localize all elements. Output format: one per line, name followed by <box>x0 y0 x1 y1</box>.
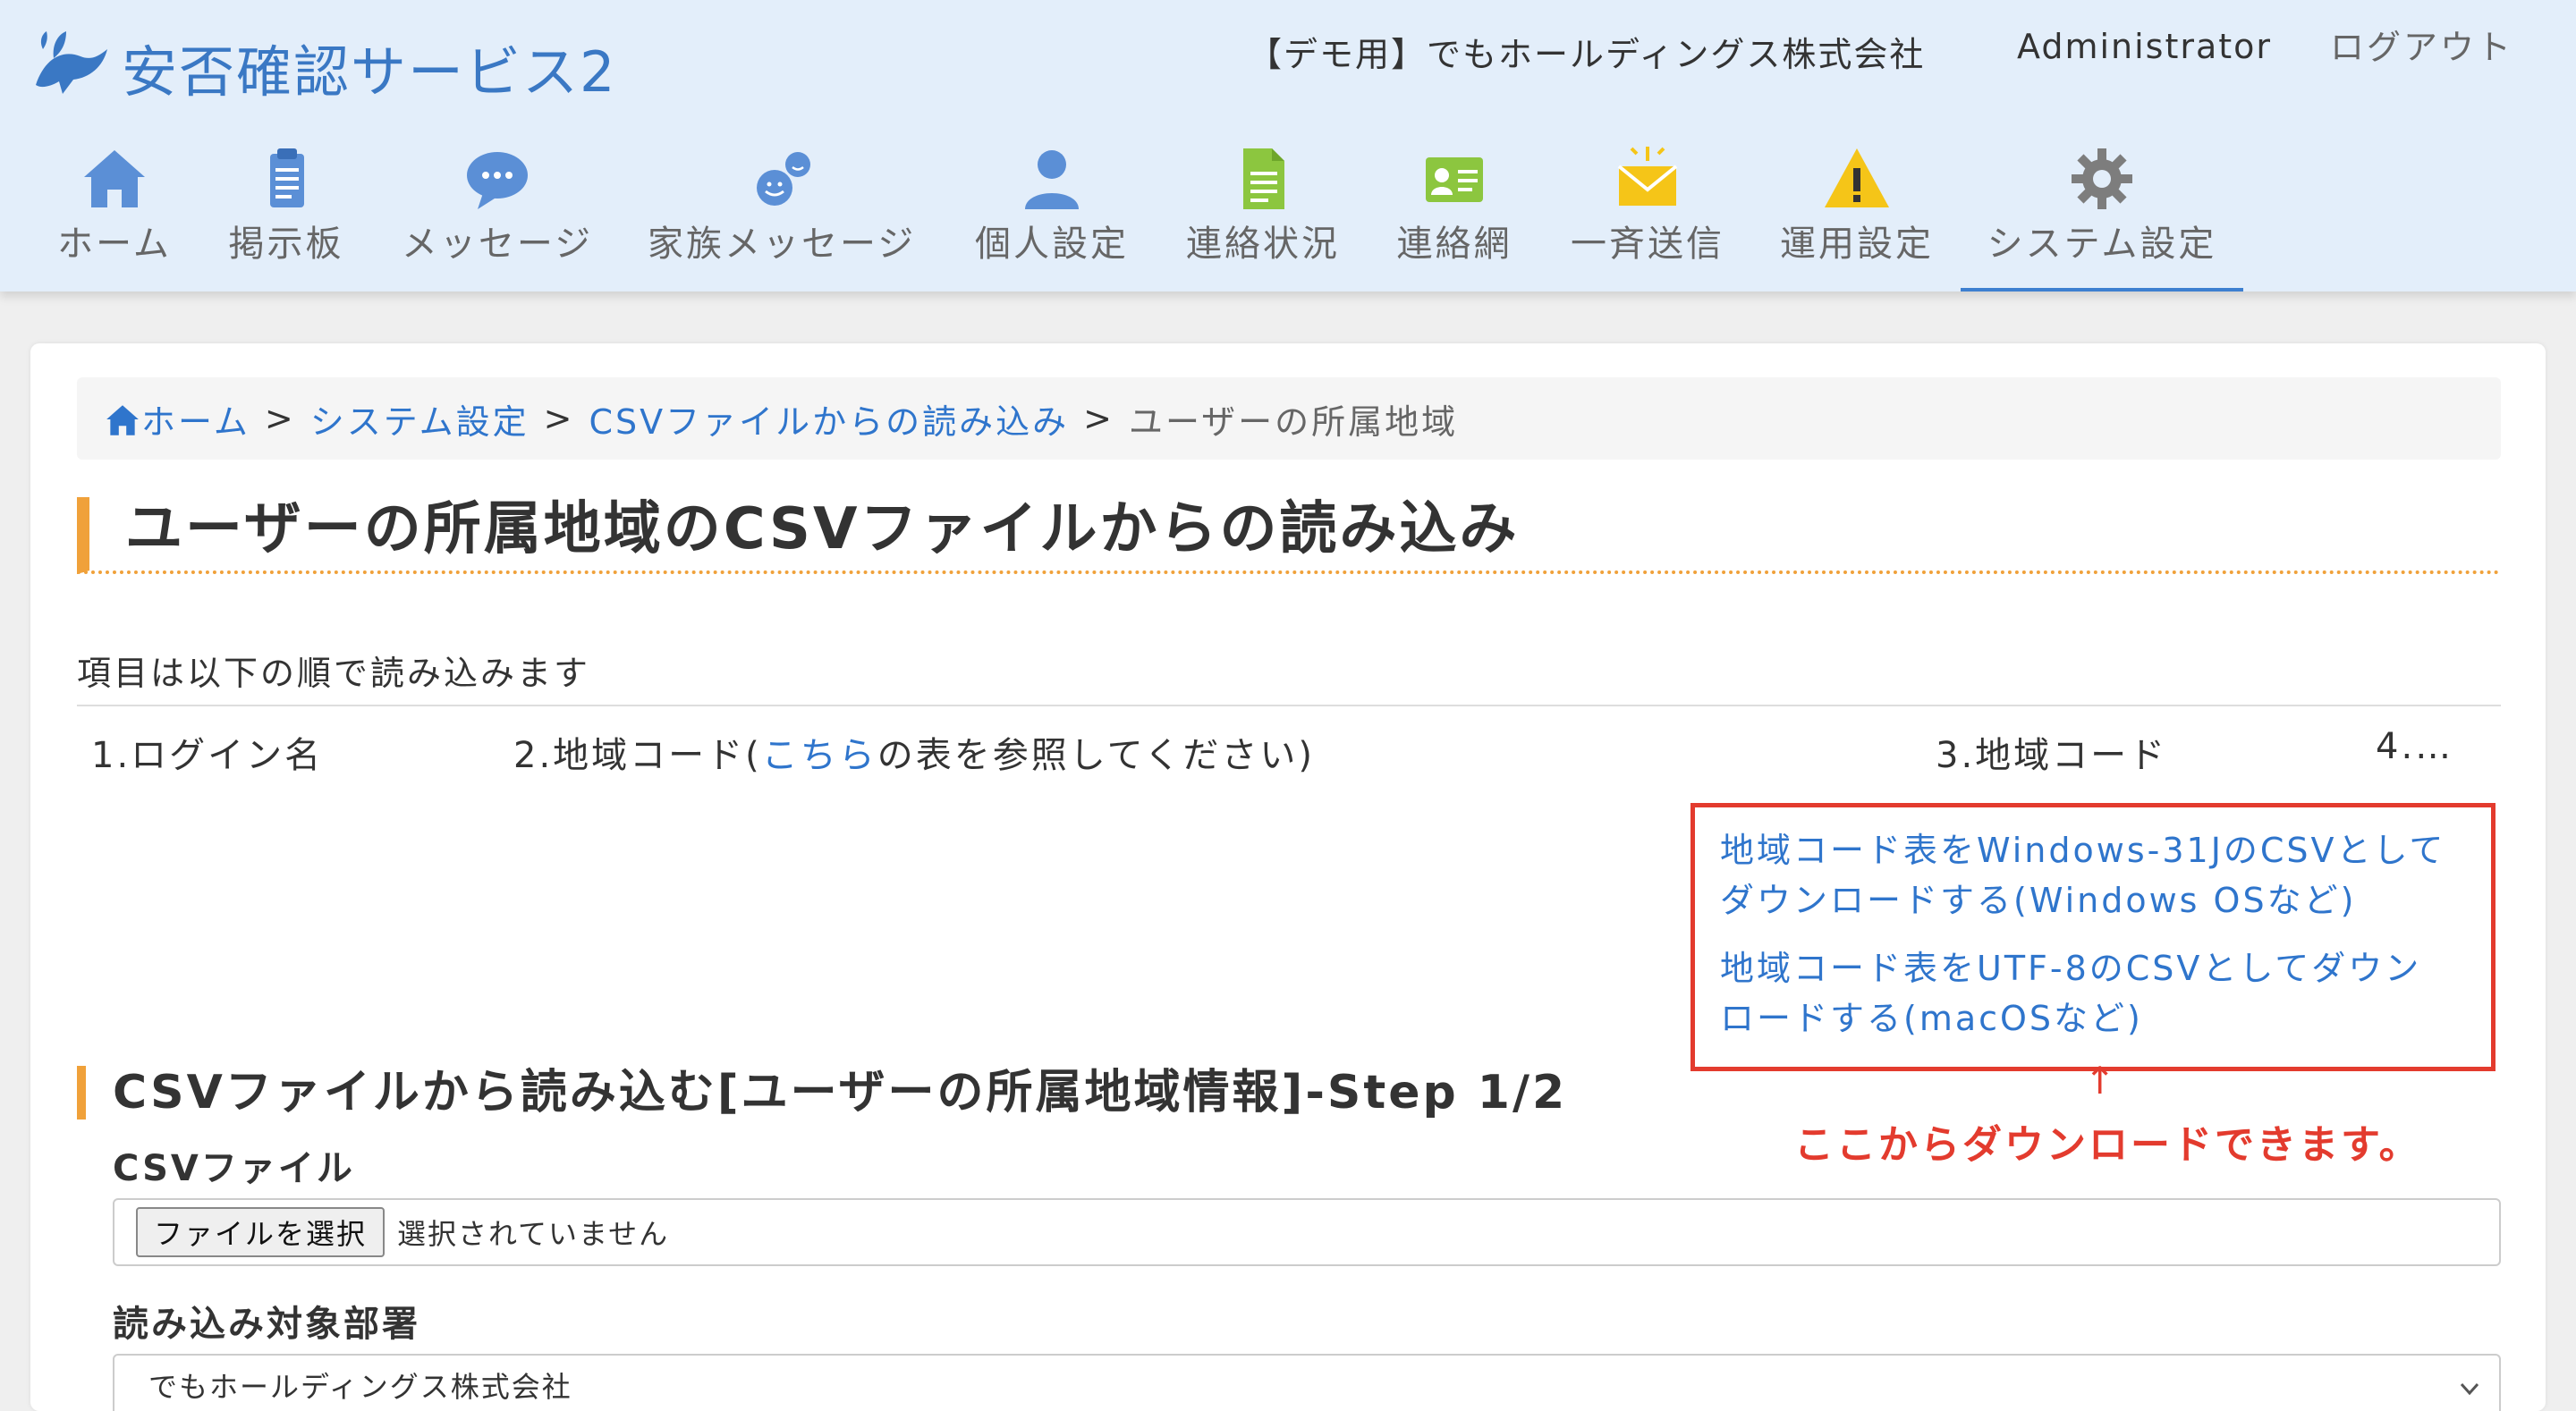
item-truncated: 4.… <box>2376 726 2454 767</box>
annotation-note: ここからダウンロードできます。 <box>1794 1122 2421 1168</box>
item-region-prefix: 2.地域コード( <box>513 735 762 776</box>
nav-label: メッセージ <box>401 224 594 265</box>
nav-label: 個人設定 <box>975 224 1129 265</box>
nav-item-family-message[interactable]: 家族メッセージ <box>648 143 916 291</box>
logout-link[interactable]: ログアウト <box>2330 20 2513 69</box>
document-icon <box>1243 148 1284 209</box>
download-utf8-line2: ロードする(macOSなど) <box>1720 999 2143 1038</box>
family-faces-icon <box>757 152 810 206</box>
breadcrumb-home[interactable]: ホーム <box>104 394 250 444</box>
item-region-code: 2.地域コード(こちらの表を参照してください) <box>513 726 1315 778</box>
breadcrumb-system-settings[interactable]: システム設定 <box>310 394 530 444</box>
csv-file-label: CSVファイル <box>113 1148 355 1189</box>
annotation-arrow: ↑ <box>2084 1059 2116 1103</box>
content-card: ホーム > システム設定 > CSVファイルからの読み込み > ユーザーの所属地… <box>30 343 2546 1411</box>
target-dept-label: 読み込み対象部署 <box>113 1304 420 1345</box>
nav-item-home[interactable]: ホーム <box>54 143 175 291</box>
breadcrumb-separator: > <box>543 399 575 438</box>
nav-item-broadcast[interactable]: 一斉送信 <box>1567 143 1728 291</box>
main-nav: ホーム 掲示板 メッセージ 家族メッセージ 個人設定 連絡状況 連絡網 一斉送信… <box>0 143 2576 291</box>
dove-logo-icon <box>36 31 107 94</box>
app-header: 安否確認サービス2 【デモ用】でもホールディングス株式会社 Administra… <box>0 0 2576 291</box>
breadcrumb-home-label: ホーム <box>141 401 250 442</box>
target-dept-select[interactable]: でもホールディングス株式会社 <box>113 1354 2501 1411</box>
nav-label: 連絡網 <box>1396 224 1513 265</box>
region-table-link[interactable]: こちら <box>762 735 877 776</box>
csv-items-row: 1.ログイン名 2.地域コード(こちらの表を参照してください) 3.地域コード … <box>77 705 2501 785</box>
file-status-text: 選択されていません <box>397 1217 670 1251</box>
chevron-down-icon <box>2460 1382 2479 1396</box>
nav-item-message[interactable]: メッセージ <box>399 143 596 291</box>
logo-text: 安否確認サービス2 <box>122 39 617 105</box>
download-windows-csv-link[interactable]: 地域コード表をWindows-31JのCSVとして ダウンロードする(Windo… <box>1720 825 2466 925</box>
nav-label: 運用設定 <box>1780 224 1934 265</box>
download-utf8-line1: 地域コード表をUTF-8のCSVとしてダウン <box>1720 949 2422 988</box>
breadcrumb-current: ユーザーの所属地域 <box>1128 401 1459 442</box>
logo[interactable]: 安否確認サービス2 <box>27 18 616 116</box>
nav-label: 一斉送信 <box>1571 224 1724 265</box>
csv-file-input[interactable]: ファイルを選択 選択されていません <box>113 1198 2501 1266</box>
target-dept-value: でもホールディングス株式会社 <box>148 1370 572 1404</box>
breadcrumb-separator: > <box>264 399 296 438</box>
home-icon <box>84 150 145 207</box>
gear-icon <box>2072 148 2132 209</box>
choose-file-button[interactable]: ファイルを選択 <box>136 1207 386 1257</box>
download-highlight-box: 地域コード表をWindows-31JのCSVとして ダウンロードする(Windo… <box>1690 803 2496 1071</box>
download-utf8-csv-link[interactable]: 地域コード表をUTF-8のCSVとしてダウン ロードする(macOSなど) <box>1720 943 2466 1043</box>
section-title: CSVファイルから読み込む[ユーザーの所属地域情報]-Step 1/2 <box>77 1066 1567 1120</box>
nav-label: システム設定 <box>1987 224 2217 265</box>
nav-item-bulletin[interactable]: 掲示板 <box>225 143 347 291</box>
nav-item-personal-settings[interactable]: 個人設定 <box>971 143 1132 291</box>
breadcrumb-separator: > <box>1083 399 1114 438</box>
nav-item-operation-settings[interactable]: 運用設定 <box>1776 143 1937 291</box>
contact-card-icon <box>1426 157 1483 202</box>
clipboard-icon <box>270 148 304 207</box>
download-windows-line2: ダウンロードする(Windows OSなど) <box>1720 881 2357 920</box>
intro-text: 項目は以下の順で読み込みます <box>77 654 591 693</box>
nav-label: 家族メッセージ <box>648 224 917 265</box>
user-name: Administrator <box>2017 27 2273 66</box>
item-login-name: 1.ログイン名 <box>91 735 324 776</box>
breadcrumb: ホーム > システム設定 > CSVファイルからの読み込み > ユーザーの所属地… <box>77 377 2501 460</box>
nav-item-contact-status[interactable]: 連絡状況 <box>1182 143 1343 291</box>
company-name: 【デモ用】でもホールディングス株式会社 <box>1248 35 1926 74</box>
nav-item-contact-network[interactable]: 連絡網 <box>1394 143 1515 291</box>
breadcrumb-csv-import[interactable]: CSVファイルからの読み込み <box>589 394 1069 444</box>
item-region-code-3: 3.地域コード <box>1936 735 2168 776</box>
page-title: ユーザーの所属地域のCSVファイルからの読み込み <box>77 497 2501 574</box>
home-icon <box>106 404 139 435</box>
nav-label: 掲示板 <box>228 224 344 265</box>
nav-label: 連絡状況 <box>1186 224 1340 265</box>
nav-item-system-settings[interactable]: システム設定 <box>1961 143 2243 291</box>
download-windows-line1: 地域コード表をWindows-31JのCSVとして <box>1720 831 2446 870</box>
item-region-suffix: の表を参照してください) <box>877 735 1315 776</box>
nav-label: ホーム <box>57 224 172 265</box>
person-icon <box>1025 150 1079 209</box>
speech-bubble-icon <box>467 152 528 209</box>
warning-icon <box>1825 148 1889 207</box>
envelope-icon <box>1617 147 1678 206</box>
